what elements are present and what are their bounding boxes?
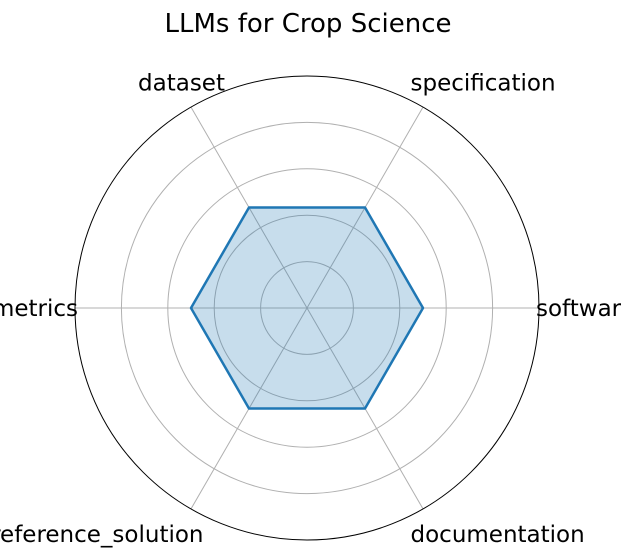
axis-label-software: software bbox=[536, 296, 621, 322]
radar-series bbox=[189, 206, 425, 410]
axis-label-dataset: dataset bbox=[138, 71, 225, 97]
radar-chart: LLMs for Crop Science software specificat… bbox=[0, 9, 621, 548]
axis-label-reference_solution: reference_solution bbox=[0, 522, 204, 548]
series-area-0 bbox=[191, 207, 423, 409]
axis-label-specification: specification bbox=[411, 71, 556, 97]
axis-label-metrics: metrics bbox=[0, 296, 78, 322]
chart-title: LLMs for Crop Science bbox=[165, 9, 452, 39]
axis-label-documentation: documentation bbox=[411, 522, 585, 548]
